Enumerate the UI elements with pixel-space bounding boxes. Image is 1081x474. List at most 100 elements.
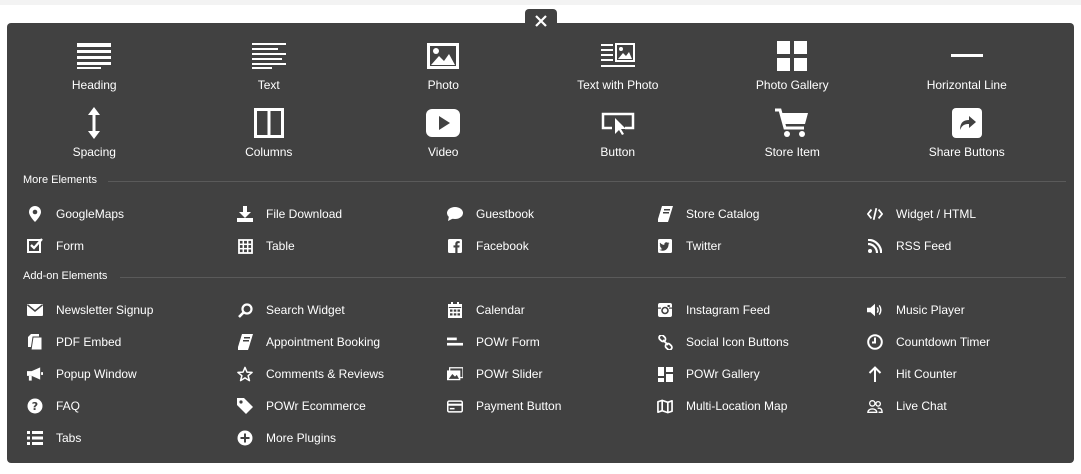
code-icon bbox=[867, 206, 883, 222]
element-spacing[interactable]: Spacing bbox=[7, 106, 182, 168]
addon-item-hit-counter[interactable]: Hit Counter bbox=[847, 363, 1052, 385]
element-label: Share Buttons bbox=[928, 145, 1005, 159]
instagram-icon bbox=[657, 302, 673, 318]
addon-item-pdf-embed[interactable]: PDF Embed bbox=[7, 331, 212, 353]
horizontal-line-icon bbox=[950, 39, 984, 73]
item-label: Multi-Location Map bbox=[686, 399, 788, 413]
addon-item-tabs[interactable]: Tabs bbox=[7, 427, 212, 449]
envelope-icon bbox=[27, 302, 43, 318]
element-label: Photo Gallery bbox=[755, 78, 829, 92]
element-heading[interactable]: Heading bbox=[7, 39, 182, 101]
addon-item-powr-form[interactable]: POWr Form bbox=[427, 331, 632, 353]
item-label: Payment Button bbox=[476, 399, 562, 413]
element-video[interactable]: Video bbox=[356, 106, 531, 168]
link-icon bbox=[657, 334, 673, 350]
element-store-item[interactable]: Store Item bbox=[705, 106, 880, 168]
clock-icon bbox=[867, 334, 883, 350]
element-photo-gallery[interactable]: Photo Gallery bbox=[705, 39, 880, 101]
catalog-icon bbox=[657, 206, 673, 222]
text-with-photo-icon bbox=[600, 39, 635, 73]
more-item-widget-html[interactable]: Widget / HTML bbox=[847, 203, 1052, 225]
list-icon bbox=[27, 430, 43, 446]
table-icon bbox=[237, 238, 253, 254]
gallery-grid-icon bbox=[657, 366, 673, 382]
addon-item-appointment-booking[interactable]: Appointment Booking bbox=[217, 331, 422, 353]
addon-item-powr-ecommerce[interactable]: POWr Ecommerce bbox=[217, 395, 422, 417]
item-label: Tabs bbox=[56, 431, 82, 445]
element-text-with-photo[interactable]: Text with Photo bbox=[531, 39, 706, 101]
addon-item-faq[interactable]: ? FAQ bbox=[7, 395, 212, 417]
element-label: Spacing bbox=[72, 145, 116, 159]
more-item-rss-feed[interactable]: RSS Feed bbox=[847, 235, 1052, 257]
item-label: Table bbox=[266, 239, 295, 253]
addon-item-live-chat[interactable]: Live Chat bbox=[847, 395, 1052, 417]
tag-icon bbox=[237, 398, 253, 414]
addon-item-search-widget[interactable]: Search Widget bbox=[217, 299, 422, 321]
section-divider bbox=[108, 181, 1066, 182]
item-label: Twitter bbox=[686, 239, 722, 253]
element-share-buttons[interactable]: Share Buttons bbox=[880, 106, 1055, 168]
addon-item-powr-slider[interactable]: POWr Slider bbox=[427, 363, 632, 385]
more-item-googlemaps[interactable]: GoogleMaps bbox=[7, 203, 212, 225]
item-label: Guestbook bbox=[476, 207, 535, 221]
item-label: Form bbox=[56, 239, 84, 253]
element-horizontal-line[interactable]: Horizontal Line bbox=[880, 39, 1055, 101]
item-label: Comments & Reviews bbox=[266, 367, 385, 381]
element-label: Heading bbox=[71, 78, 117, 92]
addon-item-music-player[interactable]: Music Player bbox=[847, 299, 1052, 321]
addon-item-payment-button[interactable]: Payment Button bbox=[427, 395, 632, 417]
addon-item-powr-gallery[interactable]: POWr Gallery bbox=[637, 363, 842, 385]
element-columns[interactable]: Columns bbox=[182, 106, 357, 168]
element-photo[interactable]: Photo bbox=[356, 39, 531, 101]
item-label: Calendar bbox=[476, 303, 525, 317]
more-item-guestbook[interactable]: Guestbook bbox=[427, 203, 632, 225]
item-label: Newsletter Signup bbox=[56, 303, 154, 317]
close-button[interactable] bbox=[525, 9, 557, 33]
item-label: Widget / HTML bbox=[896, 207, 977, 221]
item-label: POWr Slider bbox=[476, 367, 543, 381]
text-icon bbox=[251, 39, 286, 73]
spacing-icon bbox=[77, 106, 111, 140]
more-item-store-catalog[interactable]: Store Catalog bbox=[637, 203, 842, 225]
more-item-table[interactable]: Table bbox=[217, 235, 422, 257]
book-icon bbox=[237, 334, 253, 350]
addon-item-instagram-feed[interactable]: Instagram Feed bbox=[637, 299, 842, 321]
more-item-file-download[interactable]: File Download bbox=[217, 203, 422, 225]
element-label: Horizontal Line bbox=[926, 78, 1007, 92]
main-elements-row-1: Heading Text Photo Text with Photo Photo… bbox=[7, 39, 1074, 101]
element-button[interactable]: Button bbox=[531, 106, 706, 168]
item-label: Social Icon Buttons bbox=[686, 335, 789, 349]
item-label: PDF Embed bbox=[56, 335, 122, 349]
addon-item-newsletter-signup[interactable]: Newsletter Signup bbox=[7, 299, 212, 321]
addon-item-countdown-timer[interactable]: Countdown Timer bbox=[847, 331, 1052, 353]
element-text[interactable]: Text bbox=[182, 39, 357, 101]
item-label: Facebook bbox=[476, 239, 529, 253]
addon-item-multi-location-map[interactable]: Multi-Location Map bbox=[637, 395, 842, 417]
comment-icon bbox=[447, 206, 463, 222]
download-icon bbox=[237, 206, 253, 222]
search-icon bbox=[237, 302, 253, 318]
photo-gallery-icon bbox=[775, 39, 809, 73]
item-label: FAQ bbox=[56, 399, 81, 413]
addon-item-comments-reviews[interactable]: Comments & Reviews bbox=[217, 363, 422, 385]
more-item-twitter[interactable]: Twitter bbox=[637, 235, 842, 257]
question-icon: ? bbox=[27, 398, 43, 414]
more-item-form[interactable]: Form bbox=[7, 235, 212, 257]
photo-icon bbox=[426, 39, 460, 73]
addon-item-calendar[interactable]: Calendar bbox=[427, 299, 632, 321]
cart-icon bbox=[775, 106, 809, 140]
item-label: POWr Form bbox=[476, 335, 540, 349]
item-label: POWr Ecommerce bbox=[266, 399, 366, 413]
item-label: Countdown Timer bbox=[896, 335, 991, 349]
page-top-strip bbox=[0, 0, 1081, 5]
item-label: Hit Counter bbox=[896, 367, 957, 381]
item-label: Live Chat bbox=[896, 399, 947, 413]
element-label: Columns bbox=[245, 145, 293, 159]
element-label: Video bbox=[428, 145, 459, 159]
share-icon bbox=[950, 106, 984, 140]
element-label: Button bbox=[600, 145, 636, 159]
more-item-facebook[interactable]: Facebook bbox=[427, 235, 632, 257]
addon-item-social-icon-buttons[interactable]: Social Icon Buttons bbox=[637, 331, 842, 353]
addon-item-more-plugins[interactable]: More Plugins bbox=[217, 427, 422, 449]
addon-item-popup-window[interactable]: Popup Window bbox=[7, 363, 212, 385]
